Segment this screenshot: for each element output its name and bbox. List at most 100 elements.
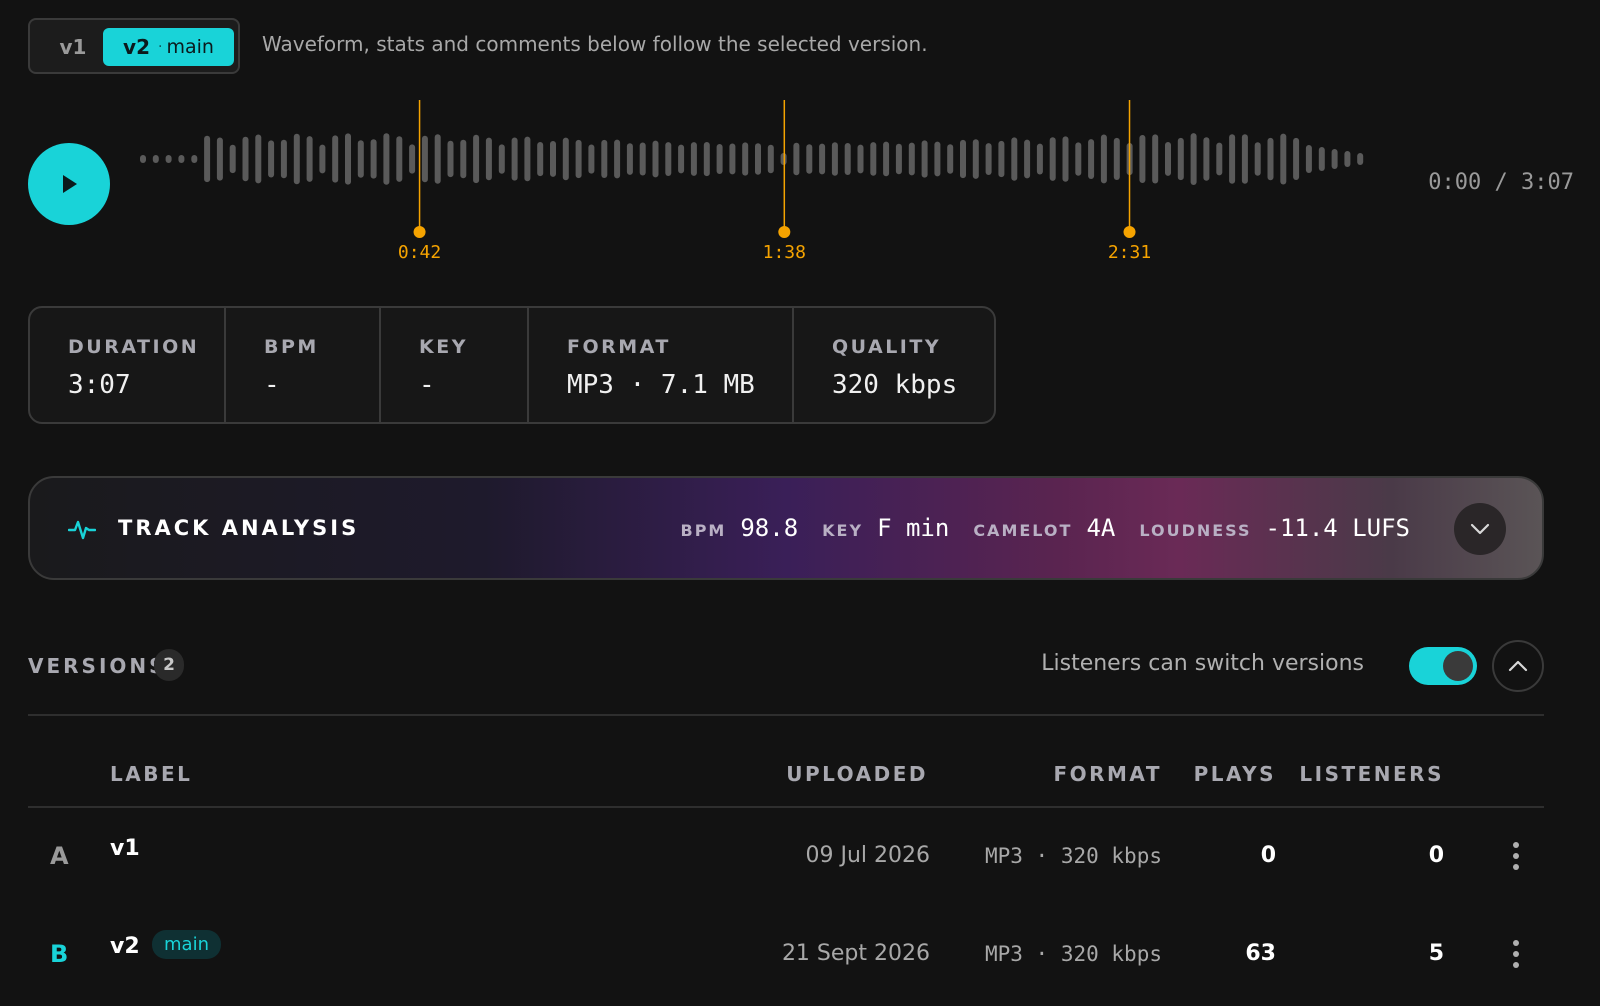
waveform-bar [140,155,146,163]
track-analysis-bar[interactable]: TRACK ANALYSIS BPM 98.8 KEY F min CAMELO… [28,476,1544,580]
metric-value: -11.4 LUFS [1265,514,1411,542]
versions-count-badge: 2 [154,649,184,681]
waveform-bar [1152,134,1159,184]
version-uploaded: 09 Jul 2026 [805,843,930,868]
stats-panel: DURATION 3:07 BPM - KEY - FORMAT MP3 · 7… [28,306,996,424]
waveform-bar [1318,147,1325,171]
version-switcher: v1 v2 · main [28,18,240,74]
version-label: v1 [110,836,140,861]
metric-value: 98.8 [740,514,799,542]
marker-dot[interactable] [778,226,791,238]
analysis-expand-button[interactable] [1454,503,1506,555]
version-hint: Waveform, stats and comments below follo… [262,32,928,56]
waveform-bar [421,135,428,183]
switch-versions-label: Listeners can switch versions [1041,651,1364,676]
waveform-bar [229,144,236,174]
stat-label: QUALITY [832,336,942,358]
column-header-format[interactable]: FORMAT [1053,762,1162,786]
version-label: v2 [110,934,140,959]
waveform-bar [511,137,518,181]
metric-value: F min [877,514,950,542]
waveform-bar [191,155,198,163]
switch-versions-toggle[interactable] [1409,647,1477,685]
more-options-icon[interactable] [1512,841,1520,871]
stat-duration: DURATION 3:07 [30,308,226,422]
waveform-bar [1229,134,1236,184]
play-button[interactable] [28,143,110,225]
marker-label: 2:31 [1108,242,1151,263]
waveform-bar [396,136,403,182]
waveform-bar [703,142,710,177]
waveform-bar [1280,133,1287,185]
waveform-bar [178,155,185,163]
table-row[interactable]: A v1 09 Jul 2026 MP3 · 320 kbps 0 0 [28,808,1544,904]
waveform-bar [1100,134,1107,184]
column-header-plays[interactable]: PLAYS [1194,762,1276,786]
waveform-bar [614,139,621,179]
waveform-bar [1113,137,1120,180]
waveform-bar [1254,142,1261,176]
waveform-bar [716,144,723,174]
stat-label: FORMAT [567,336,671,358]
waveform-bar [460,139,467,179]
version-tab-v1[interactable]: v1 [42,28,104,66]
waveform-bar [537,142,544,177]
metric-value: 4A [1086,514,1116,542]
metric-key: CAMELOT [973,521,1073,540]
waveform-bar [895,143,902,175]
waveform-bar [306,136,313,182]
table-row[interactable]: B v2 main 21 Sept 2026 MP3 · 320 kbps 63… [28,906,1544,1002]
metric-key: LOUDNESS [1139,521,1252,540]
stat-value: - [419,370,435,400]
chevron-up-icon [1508,660,1528,672]
waveform-bar [255,134,262,184]
waveform-bar [434,134,441,184]
waveform[interactable]: 0:42 1:38 2:31 [138,100,1368,270]
waveform-bar [524,136,531,182]
waveform-bar [857,144,864,174]
marker-dot[interactable] [413,226,426,238]
column-header-listeners[interactable]: LISTENERS [1299,762,1444,786]
waveform-bar [357,140,364,178]
stat-value: MP3 · 7.1 MB [567,370,755,400]
stat-value: - [264,370,280,400]
waveform-bar [831,142,838,176]
marker-label: 0:42 [398,242,441,263]
waveform-bar [639,142,646,176]
waveform-bar [588,144,595,174]
waveform-bar [447,140,454,178]
waveform-bar [998,140,1005,178]
waveform-bar [1203,137,1210,181]
waveform-bar [485,137,492,181]
version-tab-v2-tag: main [166,36,214,58]
waveform-bar [793,142,800,176]
stat-quality: QUALITY 320 kbps [794,308,994,422]
version-listeners: 0 [1428,843,1444,868]
waveform-bar [152,155,159,163]
waveform-bar [870,142,877,176]
stat-label: BPM [264,336,319,358]
stat-label: DURATION [68,336,200,358]
waveform-bar [242,136,249,182]
waveform-bar [319,144,326,174]
waveform-bar [383,133,390,185]
versions-collapse-button[interactable] [1492,640,1544,692]
marker-dot[interactable] [1123,226,1136,238]
waveform-bar [1011,137,1018,181]
waveform-bar [498,144,505,174]
waveform-bar [1331,149,1338,169]
waveform-bar [947,144,954,174]
waveform-bar [908,142,915,176]
more-options-icon[interactable] [1512,939,1520,969]
waveform-bar [562,137,569,181]
divider [28,714,1544,716]
waveform-bar [678,144,685,174]
waveform-bar [1357,153,1364,165]
version-tab-v2[interactable]: v2 · main [103,28,234,66]
column-header-uploaded[interactable]: UPLOADED [786,762,928,786]
marker-label: 1:38 [763,242,806,263]
column-header-label[interactable]: LABEL [110,762,192,786]
waveform-bar [204,135,211,183]
waveform-bar [1165,142,1171,176]
version-plays: 0 [1260,843,1276,868]
